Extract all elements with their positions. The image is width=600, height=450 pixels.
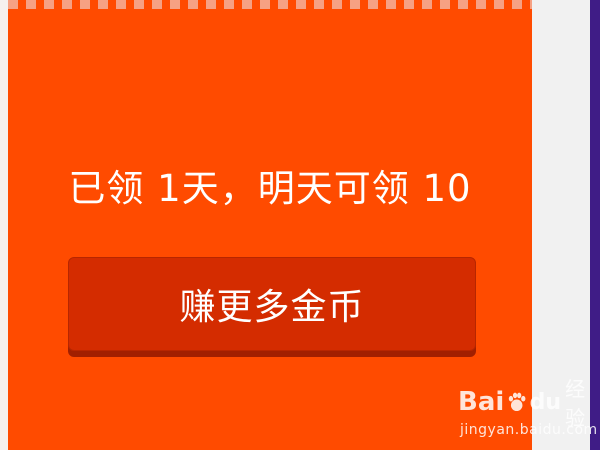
watermark-bai-text: Bai	[458, 387, 505, 417]
left-edge-strip	[0, 0, 8, 450]
screenshot-stage: 已领 1天，明天可领 10 赚更多金币 Bai du 经验 jingyan.ba…	[0, 0, 600, 450]
baidu-jingyan-watermark: Bai du 经验 jingyan.baidu.com	[458, 377, 598, 444]
watermark-logo: Bai du 经验	[458, 377, 598, 430]
watermark-url: jingyan.baidu.com	[460, 422, 598, 438]
checkin-panel: 已领 1天，明天可领 10 赚更多金币	[8, 0, 532, 450]
watermark-du-text: du	[529, 389, 562, 415]
panel-dashed-edge	[8, 0, 532, 9]
baidu-paw-icon	[509, 392, 526, 412]
checkin-status-text: 已领 1天，明天可领 10	[68, 167, 472, 210]
earn-more-coins-button[interactable]: 赚更多金币	[68, 257, 476, 351]
